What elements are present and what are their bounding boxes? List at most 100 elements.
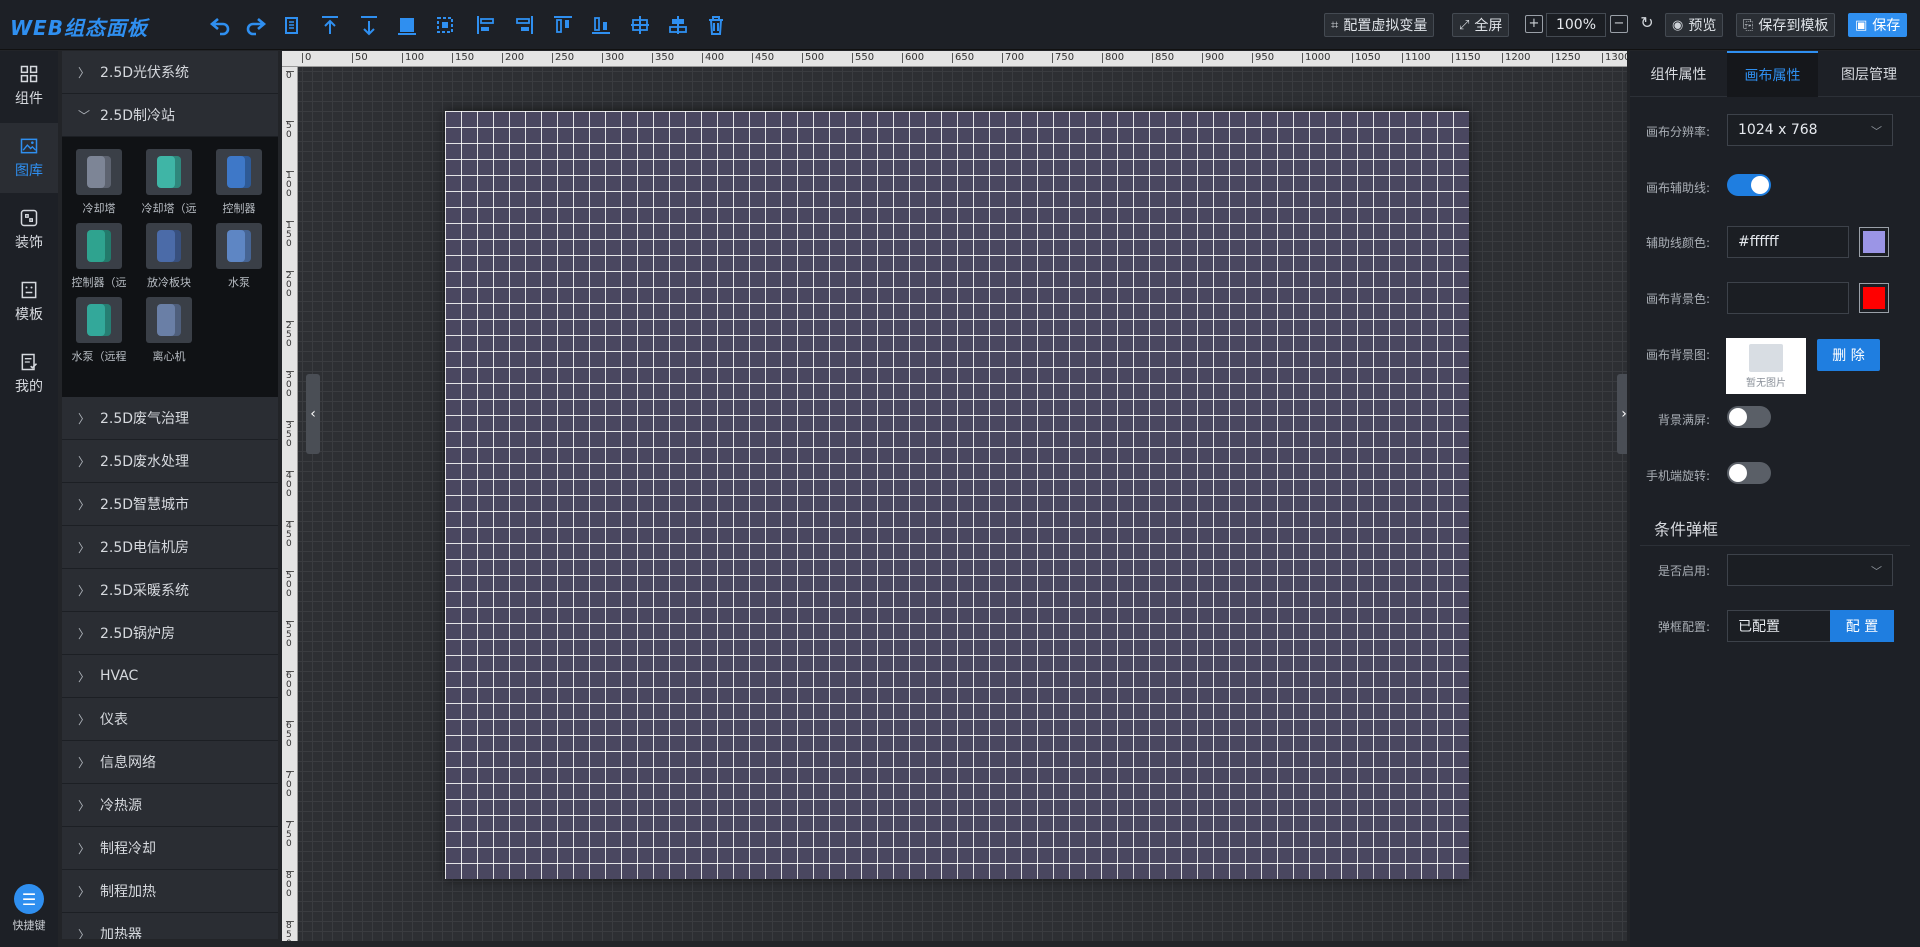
popup-config-button[interactable]: 配 置: [1830, 610, 1894, 642]
delete-bg-image-button[interactable]: 删 除: [1817, 339, 1880, 371]
move-top-icon[interactable]: [317, 12, 343, 38]
nav-item-label: 我的: [15, 379, 43, 395]
section-title: 条件弹框: [1654, 520, 1719, 539]
library-category[interactable]: 〉 2.5D智慧城市: [62, 483, 278, 526]
align-top-icon[interactable]: [550, 12, 576, 38]
undo-icon[interactable]: [207, 12, 233, 38]
library-category[interactable]: 〉仪表: [62, 698, 278, 741]
zoom-out-button[interactable]: −: [1610, 15, 1628, 33]
nav-item-decoration[interactable]: 装饰: [0, 195, 58, 265]
library-item-label: 离心机: [152, 350, 186, 363]
image-placeholder-icon: [1749, 343, 1783, 372]
library-category[interactable]: 〉 2.5D光伏系统: [62, 51, 278, 94]
library-item[interactable]: 离心机: [136, 297, 202, 369]
collapse-right-handle[interactable]: ›: [1617, 374, 1627, 454]
library-item[interactable]: 冷却塔: [66, 149, 132, 221]
ungroup-icon[interactable]: [432, 12, 458, 38]
guide-color-swatch[interactable]: [1859, 227, 1889, 257]
library-item[interactable]: 控制器: [206, 149, 272, 221]
equipment-icon: [76, 223, 122, 269]
resolution-select[interactable]: 1024 x 768 ﹀: [1727, 114, 1893, 146]
reset-zoom-icon[interactable]: ↻: [1638, 15, 1656, 33]
mobile-rotate-toggle[interactable]: [1727, 462, 1771, 484]
ruler-tick: 500: [286, 571, 294, 599]
canvas-stage[interactable]: [445, 111, 1469, 879]
library-item-label: 冷却塔: [82, 202, 116, 215]
copy-icon[interactable]: [279, 12, 305, 38]
nav-item-label: 组件: [15, 91, 43, 107]
library-category[interactable]: 〉制程冷却: [62, 827, 278, 870]
ruler-tick: 400: [286, 471, 294, 499]
ruler-tick: 700: [286, 771, 294, 799]
library-category[interactable]: 〉 2.5D电信机房: [62, 526, 278, 569]
nav-item-components[interactable]: 组件: [0, 51, 58, 121]
library-item[interactable]: 放冷板块: [136, 223, 202, 295]
ruler-tick: 200: [502, 53, 524, 63]
equipment-icon: [76, 297, 122, 343]
ruler-tick: 450: [752, 53, 774, 63]
library-category[interactable]: 〉制程加热: [62, 870, 278, 913]
preview-button[interactable]: ◉ 预览: [1665, 13, 1724, 37]
ruler-tick: 300: [602, 53, 624, 63]
chevron-right-icon: 〉: [78, 411, 91, 426]
floppy-icon: ▣: [1855, 17, 1868, 33]
fullscreen-button[interactable]: ⤢ 全屏: [1452, 13, 1510, 37]
ruler-tick: 500: [802, 53, 824, 63]
equipment-icon: [146, 223, 192, 269]
save-template-button[interactable]: ⎘ 保存到模板: [1736, 13, 1836, 37]
guide-label: 画布辅助线:: [1645, 181, 1710, 195]
bg-color-swatch[interactable]: [1859, 283, 1889, 313]
library-category[interactable]: 〉 2.5D废气治理: [62, 397, 278, 440]
library-category[interactable]: 〉加热器: [62, 913, 278, 939]
library-item[interactable]: 水泵（远程: [66, 297, 132, 369]
library-category[interactable]: 〉 2.5D废水处理: [62, 440, 278, 483]
template-save-icon: ⎘: [1743, 17, 1754, 33]
align-right-icon[interactable]: [511, 12, 537, 38]
library-category[interactable]: 〉信息网络: [62, 741, 278, 784]
library-category[interactable]: 〉冷热源: [62, 784, 278, 827]
ruler-tick: 250: [286, 321, 294, 349]
tab-1[interactable]: 画布属性: [1727, 51, 1818, 97]
save-button[interactable]: ▣ 保存: [1848, 13, 1908, 37]
library-item[interactable]: 冷却塔（远: [136, 149, 202, 221]
shortcut-label: 快捷键: [12, 919, 46, 932]
tab-0[interactable]: 组件属性: [1630, 51, 1727, 97]
redo-icon[interactable]: [243, 12, 269, 38]
guide-color-label: 辅助线颜色:: [1645, 236, 1710, 250]
nav-item-template[interactable]: 模板: [0, 267, 58, 337]
collapse-left-handle[interactable]: ‹: [306, 374, 320, 454]
canvas-area[interactable]: 0 50 100 150 200 250 300 350 400 450 500 550 600 650 7…: [282, 51, 1627, 941]
library-category-label: 制程加热: [100, 884, 156, 900]
library-category[interactable]: 〉 HVAC: [62, 655, 278, 698]
fullscreen-bg-toggle[interactable]: [1727, 406, 1771, 428]
guide-color-input[interactable]: #ffffff: [1727, 226, 1849, 258]
chevron-right-icon: 〉: [78, 497, 91, 512]
library-category-label: 2.5D废气治理: [100, 411, 190, 427]
library-category[interactable]: 〉 2.5D锅炉房: [62, 612, 278, 655]
delete-icon[interactable]: [703, 12, 729, 38]
bg-image-preview[interactable]: 暂无图片: [1726, 338, 1806, 394]
ruler-tick: 150: [286, 221, 294, 249]
ruler-tick: 150: [452, 53, 474, 63]
chevron-right-icon: 〉: [78, 884, 91, 899]
tab-2[interactable]: 图层管理: [1818, 51, 1920, 97]
config-vars-button[interactable]: ⌗ 配置虚拟变量: [1324, 13, 1435, 37]
move-bottom-icon[interactable]: [356, 12, 382, 38]
align-bottom-icon[interactable]: [588, 12, 614, 38]
nav-item-my[interactable]: 我的: [0, 339, 58, 409]
shortcut-button[interactable]: ☰ 快捷键: [0, 884, 58, 933]
align-center-h-icon[interactable]: [627, 12, 653, 38]
library-item[interactable]: 控制器（远: [66, 223, 132, 295]
align-center-v-icon[interactable]: [665, 12, 691, 38]
nav-item-gallery[interactable]: 图库: [0, 123, 58, 193]
library-item[interactable]: 水泵: [206, 223, 272, 295]
library-category[interactable]: ﹀ 2.5D制冷站: [62, 94, 278, 137]
guide-toggle[interactable]: [1727, 174, 1771, 196]
enable-select[interactable]: ﹀: [1727, 554, 1893, 586]
library-category[interactable]: 〉 2.5D采暖系统: [62, 569, 278, 612]
align-left-icon[interactable]: [473, 12, 499, 38]
zoom-in-button[interactable]: +: [1525, 15, 1543, 33]
group-icon[interactable]: [394, 12, 420, 38]
expand-icon: ⤢: [1459, 17, 1470, 33]
bg-color-input[interactable]: [1727, 282, 1849, 314]
